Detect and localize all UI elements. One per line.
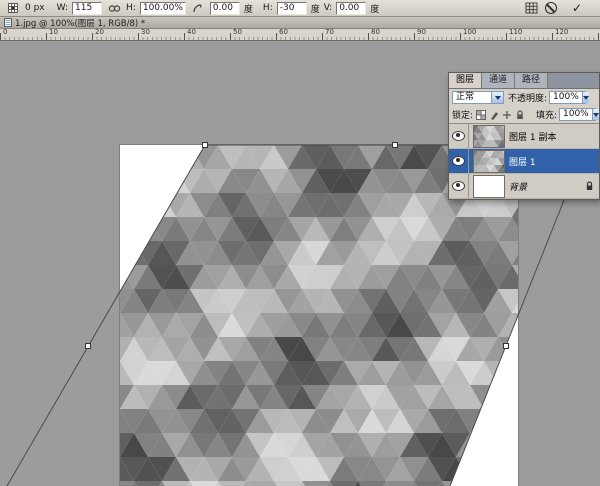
tab-layers[interactable]: 图层 xyxy=(449,73,482,88)
layer-name[interactable]: 图层 1 副本 xyxy=(509,130,556,143)
rotate-icon xyxy=(190,1,206,16)
panel-tab-strip: 图层 通道 路径 xyxy=(449,73,599,89)
lock-all-icon[interactable] xyxy=(514,109,525,120)
fill-label: 填充: xyxy=(536,108,557,121)
chevron-down-icon xyxy=(582,92,589,103)
position-value: 0 px xyxy=(25,3,45,13)
layer-row-layer1-copy[interactable]: 图层 1 副本 xyxy=(449,124,599,149)
blend-mode-value: 正常 xyxy=(453,92,491,103)
commit-transform-button[interactable]: ✓ xyxy=(569,1,585,16)
transform-options-bar: 0 px W: 115 H: 100.00% 0.00 度 H: -30 度 V… xyxy=(0,0,600,17)
eye-icon xyxy=(452,156,465,166)
width-label: W: xyxy=(57,3,68,13)
fill-select[interactable]: 100% xyxy=(559,108,596,121)
reference-point-locator[interactable] xyxy=(5,1,21,16)
link-dimensions-icon[interactable] xyxy=(106,1,122,16)
lock-fill-row: 锁定: 填充: 100% xyxy=(449,106,599,123)
lock-label: 锁定: xyxy=(452,108,473,121)
h-skew-unit: 度 xyxy=(311,2,320,15)
horizontal-ruler: 0102030405060708090100110120 xyxy=(0,29,600,41)
blend-opacity-row: 正常 不透明度: 100% xyxy=(449,89,599,106)
visibility-toggle[interactable] xyxy=(449,174,469,198)
layer-thumbnail[interactable] xyxy=(473,125,505,148)
cancel-transform-button[interactable] xyxy=(543,1,559,16)
opacity-label: 不透明度: xyxy=(508,91,547,104)
angle-unit: 度 xyxy=(244,2,253,15)
cancel-icon xyxy=(545,2,557,14)
v-skew-field[interactable]: 0.00 xyxy=(336,2,366,15)
warp-mode-toggle-icon[interactable] xyxy=(523,1,539,16)
visibility-toggle[interactable] xyxy=(449,124,469,148)
layer-thumbnail[interactable] xyxy=(473,175,505,198)
width-field[interactable]: 115 xyxy=(72,2,102,15)
layer-row-background[interactable]: 背景 xyxy=(449,174,599,199)
v-skew-label: V: xyxy=(324,3,332,13)
height-label: H: xyxy=(126,3,136,13)
layer-name[interactable]: 图层 1 xyxy=(509,155,536,168)
tab-channels[interactable]: 通道 xyxy=(482,73,515,88)
document-icon xyxy=(4,18,12,27)
lock-pixels-icon[interactable] xyxy=(488,109,499,120)
transform-handle-left-middle[interactable] xyxy=(86,344,91,349)
layer-thumbnail[interactable] xyxy=(473,150,505,173)
lock-position-icon[interactable] xyxy=(501,109,512,120)
layers-panel: 图层 通道 路径 正常 不透明度: 100% 锁定: xyxy=(448,72,600,200)
tab-paths[interactable]: 路径 xyxy=(515,73,548,88)
checkmark-icon: ✓ xyxy=(572,2,582,14)
h-skew-label: H: xyxy=(263,3,273,13)
visibility-toggle[interactable] xyxy=(449,149,469,173)
eye-icon xyxy=(452,131,465,141)
lock-transparency-icon[interactable] xyxy=(475,109,486,120)
height-field[interactable]: 100.00% xyxy=(140,2,186,15)
eye-icon xyxy=(452,181,465,191)
angle-field[interactable]: 0.00 xyxy=(210,2,240,15)
document-title: 1.jpg @ 100%(图层 1, RGB/8) * xyxy=(15,17,145,29)
v-skew-unit: 度 xyxy=(370,2,379,15)
blend-mode-select[interactable]: 正常 xyxy=(452,91,504,104)
opacity-select[interactable]: 100% xyxy=(549,91,586,104)
layer-list: 图层 1 副本 图层 1 背景 xyxy=(449,123,599,199)
fill-value: 100% xyxy=(560,109,592,120)
h-skew-field[interactable]: -30 xyxy=(277,2,307,15)
layer-name[interactable]: 背景 xyxy=(509,180,527,193)
chevron-down-icon xyxy=(491,92,503,103)
chevron-down-icon xyxy=(592,109,599,120)
opacity-value: 100% xyxy=(550,92,582,103)
layer-row-layer1[interactable]: 图层 1 xyxy=(449,149,599,174)
background-lock-icon xyxy=(585,181,594,191)
